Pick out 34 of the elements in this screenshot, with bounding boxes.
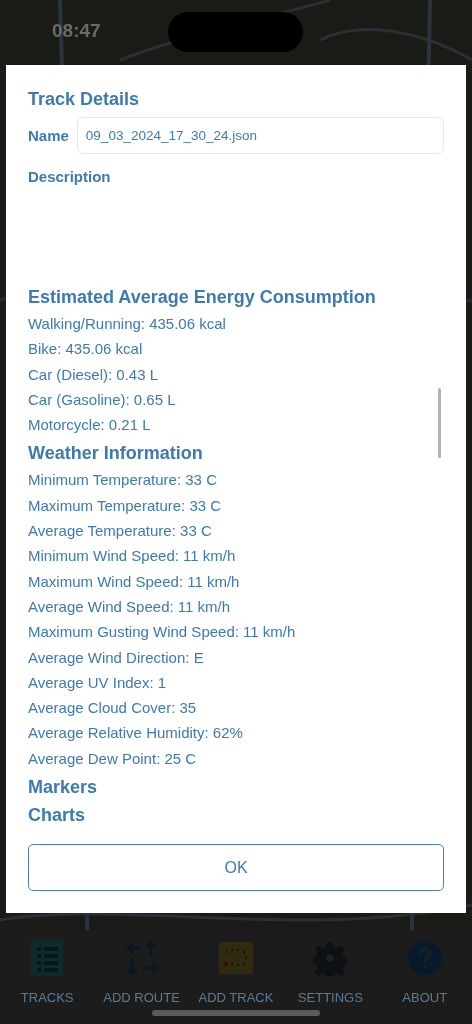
name-label: Name <box>28 127 69 144</box>
scroll-indicator <box>438 388 441 458</box>
name-field[interactable]: 09_03_2024_17_30_24.json <box>76 117 444 154</box>
treasure-map-icon <box>218 940 253 976</box>
info-line: Car (Gasoline): 0.65 L <box>28 389 177 410</box>
info-line: Motorcycle: 0.21 L <box>28 415 152 436</box>
info-line: Maximum Wind Speed: 11 km/h <box>28 571 241 592</box>
section-title: Charts <box>28 804 86 828</box>
info-line: Average Wind Direction: E <box>28 647 205 668</box>
info-line: Bike: 435.06 kcal <box>28 339 144 360</box>
info-line: Walking/Running: 435.06 kcal <box>28 314 227 334</box>
info-line: Minimum Temperature: 33 C <box>28 470 218 491</box>
status-time: 08:47 <box>52 19 101 42</box>
info-line: Average Cloud Cover: 35 <box>28 698 198 719</box>
tab-item[interactable]: TRACKS <box>0 940 95 1024</box>
info-line: Car (Diesel): 0.43 L <box>28 364 160 385</box>
section-title: Markers <box>28 776 99 800</box>
info-line: Maximum Gusting Wind Speed: 11 km/h <box>28 622 297 643</box>
tab-item[interactable]: ADD ROUTE <box>94 940 189 1024</box>
info-line: Average Temperature: 33 C <box>28 521 213 542</box>
ok-button[interactable]: OK <box>28 844 444 891</box>
description-label: Description <box>28 168 112 185</box>
info-line: Average Relative Humidity: 62% <box>28 723 244 744</box>
section-title: Estimated Average Energy Consumption <box>28 286 377 309</box>
info-line: Average UV Index: 1 <box>28 672 168 693</box>
info-line: Average Dew Point: 25 C <box>28 748 198 769</box>
info-line: Average Wind Speed: 11 km/h <box>28 596 232 617</box>
tab-item[interactable]: SETTINGS <box>283 940 378 1024</box>
dialog-title: Track Details <box>28 88 141 111</box>
section-title: Weather Information <box>28 442 204 466</box>
info-line: Maximum Temperature: 33 C <box>28 495 223 516</box>
tab-item[interactable]: ABOUT <box>377 940 472 1024</box>
info-line: Minimum Wind Speed: 11 km/h <box>28 546 237 567</box>
tab-item[interactable]: ADD TRACK <box>188 940 283 1024</box>
